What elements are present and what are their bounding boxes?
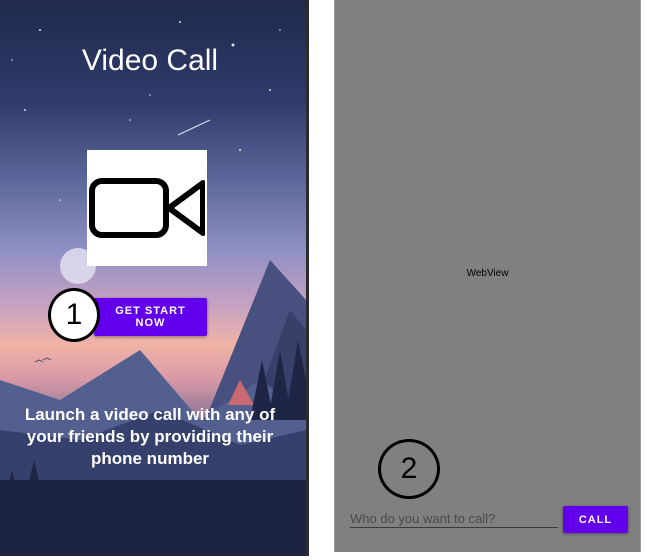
call-button[interactable]: CALL (563, 506, 628, 533)
video-camera-icon (89, 178, 205, 238)
annotation-marker-1: 1 (48, 288, 100, 342)
night-landscape-background (0, 21, 306, 556)
get-start-now-label: GET START NOW (115, 305, 186, 329)
app-title: Video Call (81, 44, 219, 77)
webview-placeholder: WebView (466, 268, 509, 279)
get-start-now-button[interactable]: GET START NOW (94, 298, 207, 336)
tagline-text: Launch a video call with any of your fri… (24, 405, 276, 468)
launch-screen: Video Call GET START NOW Launch a video … (0, 0, 309, 556)
phone-number-input[interactable] (350, 509, 558, 528)
annotation-marker-2: 2 (378, 439, 440, 499)
video-camera-image (87, 150, 207, 266)
